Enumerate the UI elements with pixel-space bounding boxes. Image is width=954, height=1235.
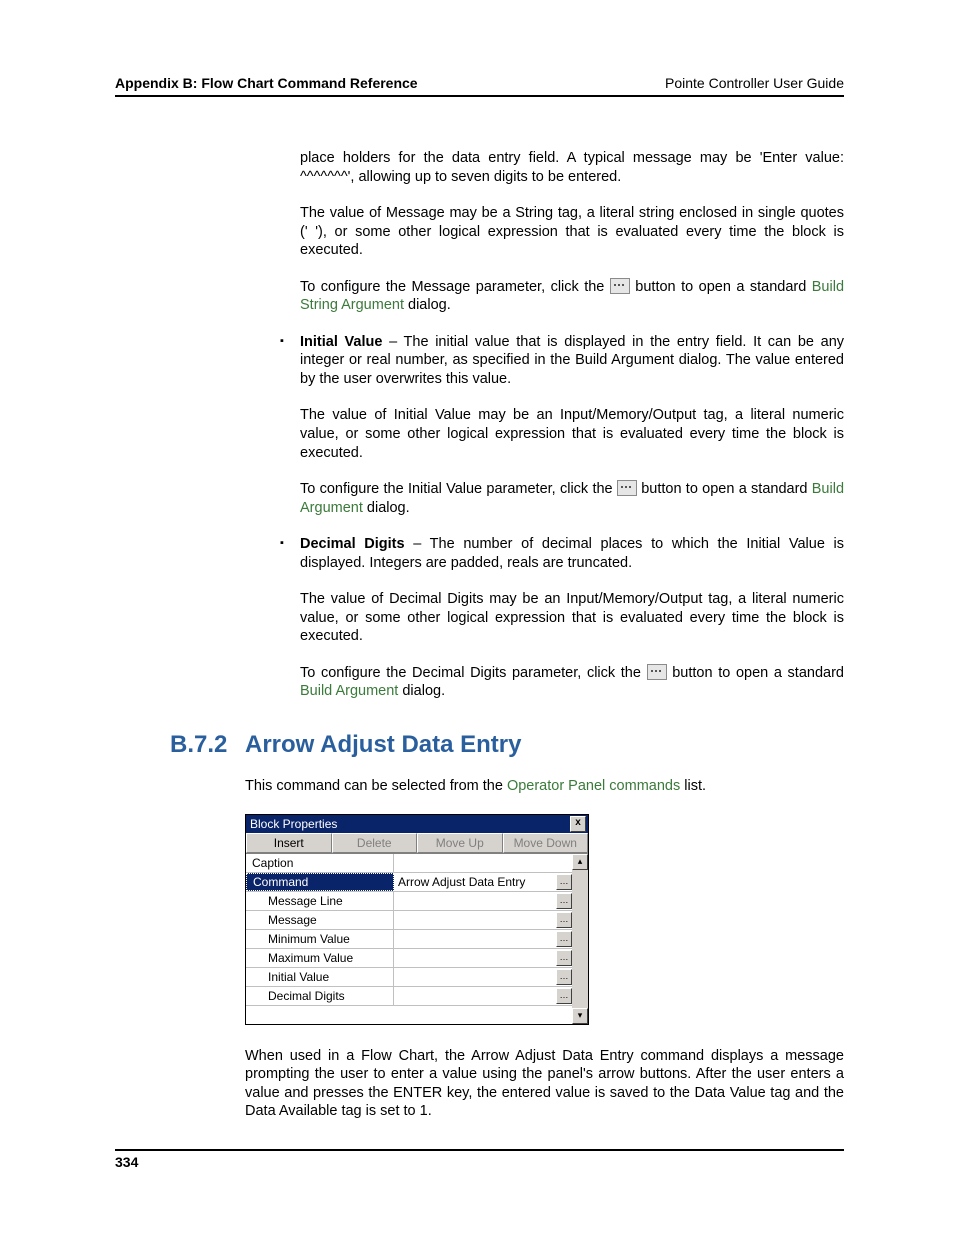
link-build-argument[interactable]: Build Argument (300, 683, 398, 699)
para-placeholder: place holders for the data entry field. … (300, 149, 844, 186)
text: To configure the Decimal Digits paramete… (300, 665, 647, 681)
block-properties-dialog: Block Properties x Insert Delete Move Up… (245, 814, 589, 1025)
ellipsis-icon (610, 278, 630, 294)
label-caption: Caption (246, 854, 394, 872)
value-decimal-digits[interactable]: … (394, 987, 572, 1005)
delete-button[interactable]: Delete (332, 833, 418, 853)
dialog-toolbar: Insert Delete Move Up Move Down (246, 833, 588, 854)
scrollbar[interactable]: ▴ ▾ (572, 854, 588, 1024)
value-message-line[interactable]: … (394, 892, 572, 910)
row-caption[interactable]: Caption (246, 854, 572, 873)
label-initial-value: Initial Value (300, 334, 382, 350)
para-msg-value: The value of Message may be a String tag… (300, 204, 844, 260)
page-header: Appendix B: Flow Chart Command Reference… (115, 75, 844, 97)
row-message[interactable]: Message … (246, 911, 572, 930)
row-maximum-value[interactable]: Maximum Value … (246, 949, 572, 968)
ellipsis-icon (647, 664, 667, 680)
page-number: 334 (115, 1154, 138, 1170)
para-msg-config: To configure the Message parameter, clic… (300, 278, 844, 315)
label-message-line: Message Line (246, 892, 394, 910)
scroll-up-icon[interactable]: ▴ (572, 854, 588, 870)
text: button to open a standard (630, 279, 812, 295)
text: dialog. (398, 683, 445, 699)
text: dialog. (363, 500, 410, 516)
value-message[interactable]: … (394, 911, 572, 929)
header-left: Appendix B: Flow Chart Command Reference (115, 75, 418, 91)
ellipsis-icon[interactable]: … (556, 969, 572, 985)
label-message: Message (246, 911, 394, 929)
bullet-initial-value: Initial Value – The initial value that i… (280, 333, 844, 517)
bullet-decimal-digits: Decimal Digits – The number of decimal p… (280, 535, 844, 701)
value-command[interactable]: Arrow Adjust Data Entry … (394, 873, 572, 891)
text: button to open a standard (667, 665, 844, 681)
value-caption[interactable] (394, 854, 572, 872)
header-right: Pointe Controller User Guide (665, 75, 844, 91)
label-command: Command (246, 873, 394, 891)
para-dd-config: To configure the Decimal Digits paramete… (300, 664, 844, 701)
value-minimum-value[interactable]: … (394, 930, 572, 948)
close-icon[interactable]: x (570, 816, 586, 832)
page-footer: 334 (115, 1149, 844, 1170)
para-dd-value: The value of Decimal Digits may be an In… (300, 590, 844, 646)
section-outro: When used in a Flow Chart, the Arrow Adj… (245, 1047, 844, 1121)
ellipsis-icon[interactable]: … (556, 893, 572, 909)
label-minimum-value: Minimum Value (246, 930, 394, 948)
row-decimal-digits[interactable]: Decimal Digits … (246, 987, 572, 1006)
move-down-button[interactable]: Move Down (503, 833, 589, 853)
label-decimal-digits: Decimal Digits (246, 987, 394, 1005)
ellipsis-icon[interactable]: … (556, 912, 572, 928)
section-title: Arrow Adjust Data Entry (245, 731, 521, 759)
text: – The initial value that is displayed in… (300, 334, 844, 387)
section-number: B.7.2 (170, 731, 245, 759)
ellipsis-icon[interactable]: … (556, 950, 572, 966)
row-initial-value[interactable]: Initial Value … (246, 968, 572, 987)
link-operator-panel-commands[interactable]: Operator Panel commands (507, 778, 680, 794)
section-heading: B.7.2 Arrow Adjust Data Entry (170, 731, 844, 759)
para-iv-config: To configure the Initial Value parameter… (300, 480, 844, 517)
ellipsis-icon (617, 480, 637, 496)
text: Arrow Adjust Data Entry (398, 873, 525, 891)
ellipsis-icon[interactable]: … (556, 988, 572, 1004)
text: To configure the Message parameter, clic… (300, 279, 610, 295)
text: To configure the Initial Value parameter… (300, 481, 617, 497)
value-maximum-value[interactable]: … (394, 949, 572, 967)
ellipsis-icon[interactable]: … (556, 874, 572, 890)
label-decimal-digits: Decimal Digits (300, 536, 405, 552)
text: This command can be selected from the (245, 778, 507, 794)
row-command[interactable]: Command Arrow Adjust Data Entry … (246, 873, 572, 892)
row-blank (246, 1006, 572, 1024)
para-iv-value: The value of Initial Value may be an Inp… (300, 406, 844, 462)
text: dialog. (404, 297, 451, 313)
row-message-line[interactable]: Message Line … (246, 892, 572, 911)
text: button to open a standard (637, 481, 812, 497)
text: list. (680, 778, 706, 794)
move-up-button[interactable]: Move Up (417, 833, 503, 853)
dialog-grid: Caption Command Arrow Adjust Data Entry … (246, 854, 588, 1024)
section-intro: This command can be selected from the Op… (245, 777, 844, 796)
label-initial-value: Initial Value (246, 968, 394, 986)
row-minimum-value[interactable]: Minimum Value … (246, 930, 572, 949)
value-initial-value[interactable]: … (394, 968, 572, 986)
dialog-title: Block Properties (250, 815, 337, 833)
dialog-titlebar: Block Properties x (246, 815, 588, 833)
insert-button[interactable]: Insert (246, 833, 332, 853)
scroll-down-icon[interactable]: ▾ (572, 1008, 588, 1024)
ellipsis-icon[interactable]: … (556, 931, 572, 947)
label-maximum-value: Maximum Value (246, 949, 394, 967)
